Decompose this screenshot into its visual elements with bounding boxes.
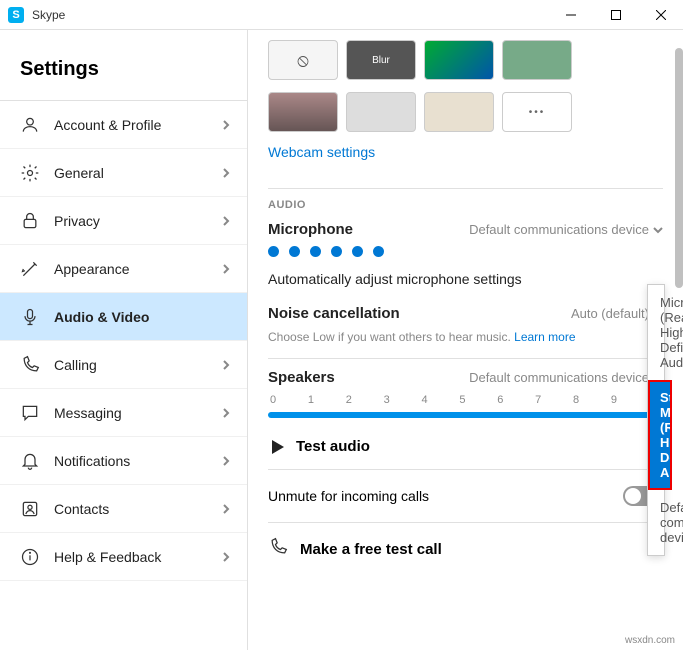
auto-adjust-label: Automatically adjust microphone settings	[268, 271, 663, 287]
bg-option-image3[interactable]	[346, 92, 416, 132]
sidebar-item-calling[interactable]: Calling	[0, 341, 247, 389]
sidebar: Settings Account & Profile General Priva…	[0, 30, 248, 650]
test-audio-label: Test audio	[296, 438, 370, 455]
background-thumbnails-row1: ⦸ Blur	[268, 40, 663, 80]
sidebar-item-account[interactable]: Account & Profile	[0, 101, 247, 149]
sidebar-item-contacts[interactable]: Contacts	[0, 485, 247, 533]
mic-option-selected[interactable]: Stereo Mix (Realtek High Definition Audi…	[648, 380, 672, 490]
audio-section-label: AUDIO	[268, 199, 663, 211]
chat-icon	[20, 403, 40, 423]
chevron-right-icon	[221, 453, 231, 469]
unmute-label: Unmute for incoming calls	[268, 488, 429, 504]
sidebar-item-label: Help & Feedback	[54, 549, 161, 565]
sidebar-item-label: Notifications	[54, 453, 130, 469]
sidebar-item-privacy[interactable]: Privacy	[0, 197, 247, 245]
background-thumbnails-row2: •••	[268, 92, 663, 132]
microphone-selector[interactable]: Default communications device	[469, 222, 663, 237]
chevron-down-icon	[653, 225, 663, 235]
info-icon	[20, 547, 40, 567]
close-button[interactable]	[638, 0, 683, 30]
speaker-scale: 012345678910	[268, 394, 663, 406]
contacts-icon	[20, 499, 40, 519]
chevron-right-icon	[221, 549, 231, 565]
bell-icon	[20, 451, 40, 471]
sidebar-item-label: Appearance	[54, 261, 130, 277]
bg-option-image4[interactable]	[424, 92, 494, 132]
sidebar-item-label: Messaging	[54, 405, 122, 421]
lock-icon	[20, 211, 40, 231]
sidebar-item-label: Account & Profile	[54, 117, 161, 133]
bg-option-none[interactable]: ⦸	[268, 40, 338, 80]
settings-title: Settings	[0, 40, 247, 101]
skype-logo: S	[8, 7, 24, 23]
window-title: Skype	[32, 8, 65, 22]
divider	[268, 188, 663, 189]
chevron-right-icon	[221, 213, 231, 229]
sidebar-item-label: General	[54, 165, 104, 181]
phone-icon	[20, 355, 40, 375]
bg-option-image2[interactable]	[268, 92, 338, 132]
sidebar-item-label: Audio & Video	[54, 309, 149, 325]
person-icon	[20, 115, 40, 135]
titlebar: S Skype	[0, 0, 683, 30]
noise-cancel-sub: Choose Low if you want others to hear mu…	[268, 330, 663, 344]
bg-option-blur[interactable]: Blur	[346, 40, 416, 80]
sidebar-item-help[interactable]: Help & Feedback	[0, 533, 247, 581]
content-pane: ⦸ Blur ••• Webcam settings AUDIO Microph…	[248, 30, 683, 650]
speakers-label: Speakers	[268, 369, 335, 386]
sidebar-item-notifications[interactable]: Notifications	[0, 437, 247, 485]
speaker-volume-slider[interactable]	[268, 412, 663, 418]
divider	[268, 522, 663, 523]
chevron-right-icon	[221, 405, 231, 421]
sidebar-item-appearance[interactable]: Appearance	[0, 245, 247, 293]
mic-option[interactable]: Default communications device	[648, 490, 672, 555]
bg-option-more[interactable]: •••	[502, 92, 572, 132]
divider	[268, 358, 663, 359]
sidebar-item-label: Contacts	[54, 501, 109, 517]
speakers-selector[interactable]: Default communications device	[469, 370, 663, 385]
mic-option[interactable]: Microphone (Realtek High Definition Audi…	[648, 285, 672, 380]
free-test-call-button[interactable]: Make a free test call	[268, 537, 663, 561]
sidebar-item-audio-video[interactable]: Audio & Video	[0, 293, 247, 341]
noise-cancel-label: Noise cancellation	[268, 305, 400, 322]
wand-icon	[20, 259, 40, 279]
sidebar-item-label: Calling	[54, 357, 97, 373]
chevron-right-icon	[221, 501, 231, 517]
bg-option-image1[interactable]	[502, 40, 572, 80]
sidebar-item-general[interactable]: General	[0, 149, 247, 197]
microphone-dropdown: Microphone (Realtek High Definition Audi…	[647, 284, 665, 556]
chevron-right-icon	[221, 117, 231, 133]
maximize-button[interactable]	[593, 0, 638, 30]
watermark: wsxdn.com	[625, 635, 675, 646]
gear-icon	[20, 163, 40, 183]
learn-more-link[interactable]: Learn more	[514, 330, 575, 344]
webcam-settings-link[interactable]: Webcam settings	[268, 144, 375, 160]
microphone-value: Default communications device	[469, 222, 649, 237]
microphone-level	[268, 246, 663, 257]
chevron-right-icon	[221, 261, 231, 277]
bg-option-bing[interactable]	[424, 40, 494, 80]
minimize-button[interactable]	[548, 0, 593, 30]
test-audio-button[interactable]: Test audio	[268, 438, 663, 455]
divider	[268, 469, 663, 470]
phone-icon	[268, 537, 288, 561]
chevron-right-icon	[221, 165, 231, 181]
free-test-call-label: Make a free test call	[300, 541, 442, 558]
microphone-label: Microphone	[268, 221, 353, 238]
sidebar-item-label: Privacy	[54, 213, 100, 229]
noise-cancel-value: Auto (default)	[571, 306, 649, 321]
microphone-icon	[20, 307, 40, 327]
sidebar-item-messaging[interactable]: Messaging	[0, 389, 247, 437]
chevron-right-icon	[221, 357, 231, 373]
scrollbar[interactable]	[675, 48, 683, 288]
speakers-value: Default communications device	[469, 370, 649, 385]
play-icon	[272, 440, 284, 454]
